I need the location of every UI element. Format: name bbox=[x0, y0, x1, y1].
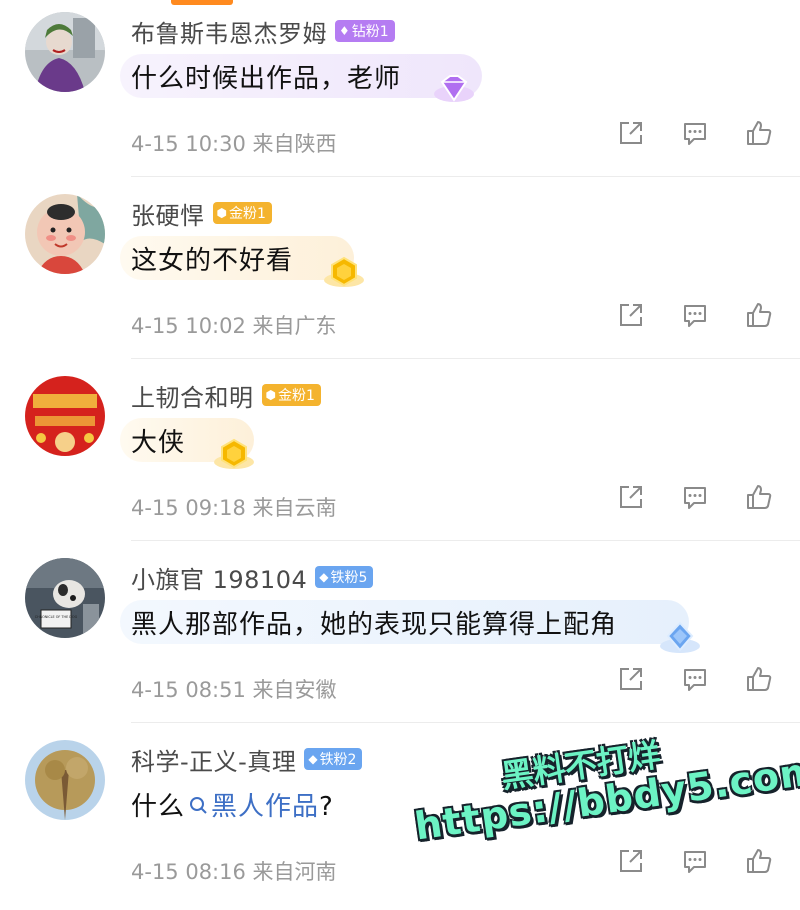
comment-item: 布鲁斯韦恩杰罗姆 ♦ 钻粉1 什么时候出作品，老师 4-15 10:30 来自陕… bbox=[0, 0, 800, 182]
avatar-label: CHRONICLE OF THE DOG bbox=[35, 615, 78, 619]
user-info: 科学-正义-真理 ◆ 铁粉2 bbox=[131, 742, 363, 777]
comment-timestamp: 4-15 08:16 来自河南 bbox=[131, 860, 337, 884]
user-info: 张硬悍 ⬢ 金粉1 bbox=[131, 196, 272, 230]
share-icon[interactable] bbox=[616, 846, 646, 876]
like-icon[interactable] bbox=[744, 300, 774, 330]
username[interactable]: 科学-正义-真理 bbox=[131, 742, 296, 777]
comment-text: 黑人那部作品，她的表现只能算得上配角 bbox=[131, 609, 618, 640]
badge-label: 铁粉5 bbox=[330, 570, 368, 586]
search-icon bbox=[190, 796, 207, 814]
fan-badge[interactable]: ◆ 铁粉2 bbox=[304, 748, 363, 770]
share-icon[interactable] bbox=[616, 664, 646, 694]
diamond-badge-icon: ♦ bbox=[339, 24, 350, 38]
comment-bubble: 这女的不好看 bbox=[120, 236, 354, 280]
username[interactable]: 张硬悍 bbox=[131, 196, 205, 231]
divider bbox=[131, 176, 800, 177]
gold-gem-icon bbox=[214, 438, 254, 469]
username[interactable]: 小旗官 198104 bbox=[131, 560, 307, 595]
comment-actions bbox=[616, 846, 776, 886]
comment-actions bbox=[616, 118, 776, 158]
comment-timestamp: 4-15 10:30 来自陕西 bbox=[131, 132, 337, 156]
badge-label: 金粉1 bbox=[277, 388, 315, 404]
divider bbox=[131, 540, 800, 541]
comment-icon[interactable] bbox=[680, 846, 710, 876]
avatar[interactable] bbox=[25, 12, 105, 92]
comment-text-suffix: ? bbox=[319, 791, 334, 822]
iron-badge-icon: ◆ bbox=[319, 570, 329, 584]
comment-timestamp: 4-15 08:51 来自安徽 bbox=[131, 678, 337, 702]
username[interactable]: 上韧合和明 bbox=[131, 378, 254, 413]
comment-item: 张硬悍 ⬢ 金粉1 这女的不好看 4-15 10:02 来自广东 bbox=[0, 182, 800, 364]
iron-badge-icon: ◆ bbox=[308, 752, 318, 766]
share-icon[interactable] bbox=[616, 482, 646, 512]
comment-bubble: 什么时候出作品，老师 bbox=[120, 54, 482, 98]
badge-label: 铁粉2 bbox=[319, 752, 357, 768]
gold-badge-icon: ⬢ bbox=[265, 388, 276, 402]
comment-item: CHRONICLE OF THE DOG 小旗官 198104 ◆ 铁粉5 黑人… bbox=[0, 546, 800, 728]
user-info: 上韧合和明 ⬢ 金粉1 bbox=[131, 378, 321, 412]
gold-gem-icon bbox=[324, 256, 364, 287]
comment-text: 这女的不好看 bbox=[131, 245, 294, 276]
comment-item: 上韧合和明 ⬢ 金粉1 大侠 4-15 09:18 来自云南 bbox=[0, 364, 800, 546]
comment-bubble: 什么 黑人作品? bbox=[120, 782, 449, 826]
comment-bubble: 黑人那部作品，她的表现只能算得上配角 bbox=[120, 600, 689, 644]
comment-icon[interactable] bbox=[680, 300, 710, 330]
user-info: 小旗官 198104 ◆ 铁粉5 bbox=[131, 560, 374, 595]
username[interactable]: 布鲁斯韦恩杰罗姆 bbox=[131, 14, 327, 49]
like-icon[interactable] bbox=[744, 118, 774, 148]
comment-icon[interactable] bbox=[680, 482, 710, 512]
like-icon[interactable] bbox=[744, 846, 774, 876]
avatar[interactable]: CHRONICLE OF THE DOG bbox=[25, 558, 105, 638]
search-link-text: 黑人作品 bbox=[211, 791, 320, 822]
gold-badge-icon: ⬢ bbox=[216, 206, 227, 220]
user-info: 布鲁斯韦恩杰罗姆 ♦ 钻粉1 bbox=[131, 14, 395, 48]
comment-timestamp: 4-15 09:18 来自云南 bbox=[131, 496, 337, 520]
search-link[interactable]: 黑人作品 bbox=[185, 792, 319, 822]
avatar[interactable] bbox=[25, 376, 105, 456]
share-icon[interactable] bbox=[616, 118, 646, 148]
like-icon[interactable] bbox=[744, 664, 774, 694]
share-icon[interactable] bbox=[616, 300, 646, 330]
comment-text: 什么 黑人作品? bbox=[131, 786, 334, 823]
fan-badge[interactable]: ⬢ 金粉1 bbox=[212, 202, 272, 224]
avatar[interactable] bbox=[25, 194, 105, 274]
comment-actions bbox=[616, 482, 776, 522]
fan-badge[interactable]: ♦ 钻粉1 bbox=[335, 20, 395, 42]
comment-text: 什么时候出作品，老师 bbox=[131, 63, 402, 94]
badge-label: 钻粉1 bbox=[351, 24, 389, 40]
avatar[interactable] bbox=[25, 740, 105, 820]
fan-badge[interactable]: ◆ 铁粉5 bbox=[315, 566, 374, 588]
comment-text: 大侠 bbox=[131, 427, 186, 458]
comment-icon[interactable] bbox=[680, 118, 710, 148]
comment-timestamp: 4-15 10:02 来自广东 bbox=[131, 314, 337, 338]
comment-item: 科学-正义-真理 ◆ 铁粉2 什么 黑人作品? 4-15 08:16 来自河南 bbox=[0, 728, 800, 910]
comment-actions bbox=[616, 664, 776, 704]
comment-text-prefix: 什么 bbox=[131, 791, 186, 822]
badge-label: 金粉1 bbox=[228, 206, 266, 222]
diamond-gem-icon bbox=[434, 75, 474, 102]
comment-actions bbox=[616, 300, 776, 340]
divider bbox=[131, 722, 800, 723]
comment-icon[interactable] bbox=[680, 664, 710, 694]
fan-badge[interactable]: ⬢ 金粉1 bbox=[261, 384, 321, 406]
like-icon[interactable] bbox=[744, 482, 774, 512]
divider bbox=[131, 358, 800, 359]
iron-gem-icon bbox=[660, 621, 700, 653]
